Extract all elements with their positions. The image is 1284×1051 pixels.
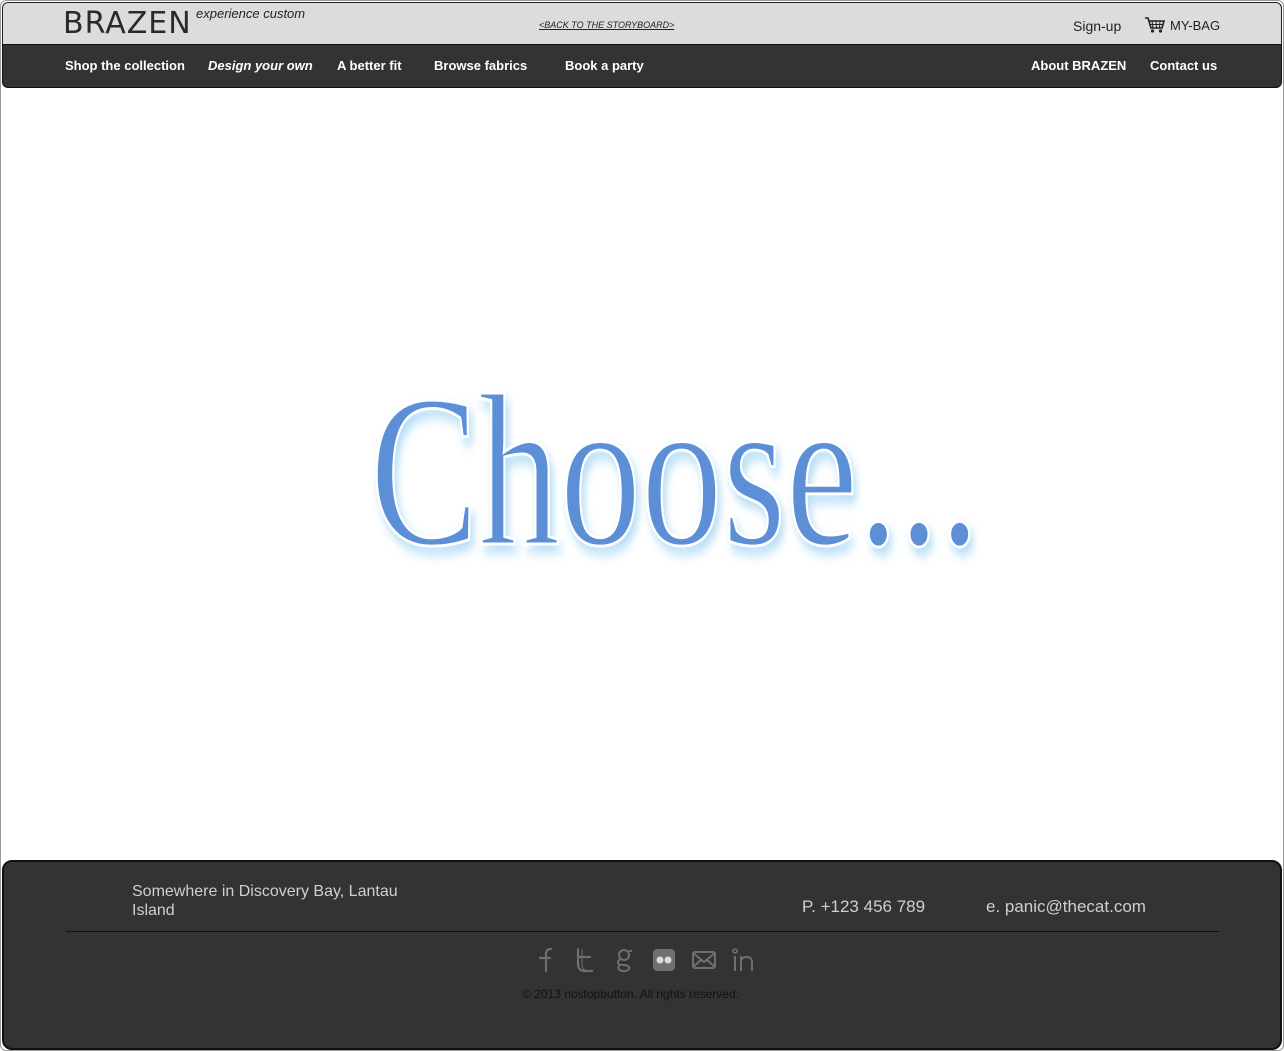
main-nav: Shop the collection Design your own A be… [2,44,1282,88]
nav-browse-fabrics[interactable]: Browse fabrics [434,58,527,73]
nav-design-your-own[interactable]: Design your own [208,58,313,73]
footer-email[interactable]: e. panic@thecat.com [986,897,1146,917]
shopping-cart-icon [1144,16,1166,34]
google-icon[interactable] [604,946,644,974]
my-bag-label: MY-BAG [1170,17,1221,33]
footer-divider [66,931,1219,932]
site-footer: Somewhere in Discovery Bay, Lantau Islan… [2,860,1282,1050]
my-bag-button[interactable]: MY-BAG [1144,16,1220,34]
mail-icon[interactable] [684,946,724,974]
nav-about-brazen[interactable]: About BRAZEN [1031,58,1126,73]
nav-contact-us[interactable]: Contact us [1150,58,1217,73]
hero-wordart: Choose... [360,320,1000,593]
social-links [524,946,774,974]
linkedin-icon[interactable] [724,946,764,974]
twitter-icon[interactable] [564,946,604,974]
back-to-storyboard-link[interactable]: <BACK TO THE STORYBOARD> [539,20,674,30]
brand-logo[interactable]: BRAZEN [63,7,192,41]
copyright-notice: © 2013 nostopbutton. All rights reserved… [522,987,739,1001]
nav-shop-collection[interactable]: Shop the collection [65,58,185,73]
footer-address: Somewhere in Discovery Bay, Lantau Islan… [132,883,398,919]
signup-link[interactable]: Sign-up [1073,18,1121,34]
top-header: BRAZEN experience custom <BACK TO THE ST… [2,2,1282,45]
brand-tagline: experience custom [196,6,306,21]
footer-phone[interactable]: P. +123 456 789 [802,897,925,917]
nav-better-fit[interactable]: A better fit [337,58,402,73]
hero-text: Choose... [370,352,980,580]
nav-book-party[interactable]: Book a party [565,58,644,73]
flickr-icon[interactable] [644,946,684,974]
facebook-icon[interactable] [524,946,564,974]
